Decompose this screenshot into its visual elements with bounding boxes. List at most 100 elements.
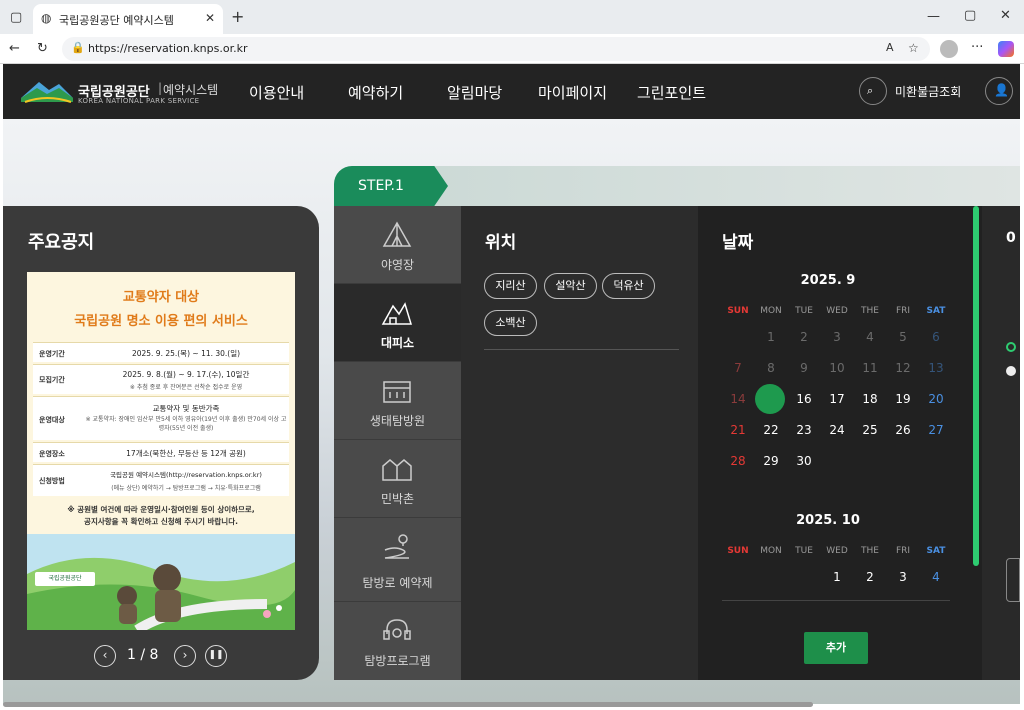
calendar-day: 3 <box>833 330 841 344</box>
calendar-day[interactable]: 19 <box>887 388 919 410</box>
nav-mypage[interactable]: 마이페이지 <box>538 82 607 103</box>
next-panel-heading: 0 <box>1006 230 1016 246</box>
date-title: 날짜 <box>722 233 754 253</box>
add-button[interactable]: 추가 <box>804 632 868 664</box>
category-campground[interactable]: 야영장 <box>334 206 461 284</box>
calendar-day[interactable]: 2 <box>854 566 886 588</box>
read-aloud-icon[interactable]: A <box>886 42 894 53</box>
nav-info[interactable]: 이용안내 <box>249 82 304 103</box>
calendar-sep: SUN MON TUE WED THE FRI SAT 1 2 3 4 5 6 7 8 9 10 11 12 13 14… <box>722 306 952 486</box>
calendar-day[interactable]: 17 <box>821 388 853 410</box>
site-info-icon[interactable]: 🔒 <box>71 42 85 53</box>
browser-tab[interactable]: ◍ 국립공원공단 예약시스템 ✕ <box>33 4 223 34</box>
notice-poster[interactable]: 교통약자 대상 국립공원 명소 이용 편의 서비스 운영기간 2025. 9. … <box>27 272 295 630</box>
chip-seoraksan[interactable]: 설악산 <box>544 273 597 299</box>
browser-tab-strip: ▢ ◍ 국립공원공단 예약시스템 ✕ + — ▢ ✕ <box>0 0 1024 34</box>
calendar-day[interactable]: 15 <box>755 384 785 414</box>
side-input-box[interactable] <box>1006 558 1020 602</box>
refresh-icon[interactable]: ↻ <box>37 42 48 55</box>
calendar-day[interactable]: 21 <box>722 419 754 441</box>
next-panel: 0 <box>982 206 1020 680</box>
houses-icon <box>382 459 412 481</box>
horizontal-scrollbar[interactable] <box>3 702 813 707</box>
panel-scrollbar[interactable] <box>973 206 979 566</box>
radio-option[interactable] <box>1006 342 1016 352</box>
headset-icon <box>383 619 411 640</box>
logo-en-text: KOREA NATIONAL PARK SERVICE <box>78 97 200 105</box>
weekday-label: SUN <box>727 306 749 316</box>
close-tab-icon[interactable]: ✕ <box>205 12 215 24</box>
location-title: 위치 <box>485 233 517 253</box>
weekday-label: WED <box>826 546 848 556</box>
radio-option[interactable] <box>1006 366 1016 376</box>
calendar-divider <box>722 600 950 601</box>
nav-notice[interactable]: 알림마당 <box>447 82 502 103</box>
poster-row: 운영기간 2025. 9. 25.(목) ~ 11. 30.(일) <box>33 342 289 362</box>
notice-panel: 주요공지 교통약자 대상 국립공원 명소 이용 편의 서비스 운영기간 2025… <box>3 206 319 680</box>
category-lodge[interactable]: 민박촌 <box>334 440 461 518</box>
globe-icon: ◍ <box>41 11 52 25</box>
minimize-icon[interactable]: — <box>927 10 940 23</box>
weekday-label: MON <box>760 546 782 556</box>
category-label: 탐방로 예약제 <box>362 576 433 590</box>
category-shelter[interactable]: 대피소 <box>334 284 461 362</box>
login-button[interactable]: 👤 <box>985 77 1013 105</box>
calendar-day[interactable]: 3 <box>887 566 919 588</box>
nav-greenpoint[interactable]: 그린포인트 <box>637 82 706 103</box>
close-window-icon[interactable]: ✕ <box>1000 9 1011 22</box>
category-trail-reservation[interactable]: 탐방로 예약제 <box>334 518 461 602</box>
location-panel: 위치 지리산 설악산 덕유산 소백산 <box>461 206 698 680</box>
tab-actions-icon[interactable]: ▢ <box>10 11 22 24</box>
calendar-day[interactable]: 29 <box>755 450 787 472</box>
prev-notice-button[interactable]: ‹ <box>94 645 116 667</box>
poster-row-note: ※ 추첨 종료 후 잔여분은 선착순 접수로 운영 <box>129 384 243 391</box>
refund-label[interactable]: 미환불금조회 <box>895 83 961 100</box>
address-bar: ← ↻ 🔒 https://reservation.knps.or.kr A ☆… <box>0 34 1024 64</box>
route-pin-icon <box>384 534 409 559</box>
poster-row-label: 신청방법 <box>39 477 65 485</box>
category-eco-center[interactable]: 생태탐방원 <box>334 362 461 440</box>
favorite-icon[interactable]: ☆ <box>908 42 919 54</box>
date-panel: 날짜 2025. 9 SUN MON TUE WED THE FRI SAT 1 2 3 4 5 6 7 8… <box>698 206 982 680</box>
category-label: 대피소 <box>380 336 415 350</box>
url-field[interactable]: 🔒 https://reservation.knps.or.kr A ☆ <box>62 37 930 61</box>
calendar-day[interactable]: 18 <box>854 388 886 410</box>
calendar-day[interactable]: 28 <box>722 450 754 472</box>
profile-avatar[interactable] <box>940 40 958 58</box>
poster-row: 운영장소 17개소(북한산, 무등산 등 12개 공원) <box>33 442 289 462</box>
weekday-label: SUN <box>727 546 749 556</box>
category-label: 민박촌 <box>380 492 415 506</box>
pause-notice-button[interactable]: ❚❚ <box>205 645 227 667</box>
calendar-day[interactable]: 4 <box>920 566 952 588</box>
back-icon[interactable]: ← <box>9 42 20 55</box>
more-menu-icon[interactable]: ··· <box>971 41 983 54</box>
chip-jirisan[interactable]: 지리산 <box>484 273 537 299</box>
calendar-day[interactable]: 26 <box>887 419 919 441</box>
weekday-label: TUE <box>795 546 813 556</box>
calendar-day[interactable]: 22 <box>755 419 787 441</box>
calendar-day[interactable]: 27 <box>920 419 952 441</box>
knps-logo-icon[interactable] <box>19 76 75 106</box>
calendar-day[interactable]: 30 <box>788 450 820 472</box>
poster-footnote-1: ※ 공원별 여건에 따라 운영일시·참여인원 등이 상이하므로, <box>67 505 255 514</box>
calendar-day[interactable]: 1 <box>821 566 853 588</box>
calendar-day[interactable]: 24 <box>821 419 853 441</box>
copilot-icon[interactable] <box>998 41 1014 57</box>
category-program[interactable]: 탐방프로그램 <box>334 602 461 680</box>
calendar-day[interactable]: 20 <box>920 388 952 410</box>
location-divider <box>484 349 679 350</box>
maximize-icon[interactable]: ▢ <box>964 9 976 22</box>
poster-footnote-2: 공지사항을 꼭 확인하고 신청해 주시기 바랍니다. <box>84 517 238 526</box>
nav-reserve[interactable]: 예약하기 <box>348 82 403 103</box>
chip-deogyusan[interactable]: 덕유산 <box>602 273 655 299</box>
poster-row-label: 운영기간 <box>39 350 65 358</box>
calendar-day[interactable]: 25 <box>854 419 886 441</box>
chip-sobaeksan[interactable]: 소백산 <box>484 310 537 336</box>
calendar-day: 14 <box>730 392 746 406</box>
next-notice-button[interactable]: › <box>174 645 196 667</box>
calendar-day[interactable]: 16 <box>788 388 820 410</box>
new-tab-icon[interactable]: + <box>231 9 244 25</box>
calendar-day[interactable]: 23 <box>788 419 820 441</box>
notice-title: 주요공지 <box>28 232 95 253</box>
refund-search-button[interactable]: ⌕ <box>859 77 887 105</box>
